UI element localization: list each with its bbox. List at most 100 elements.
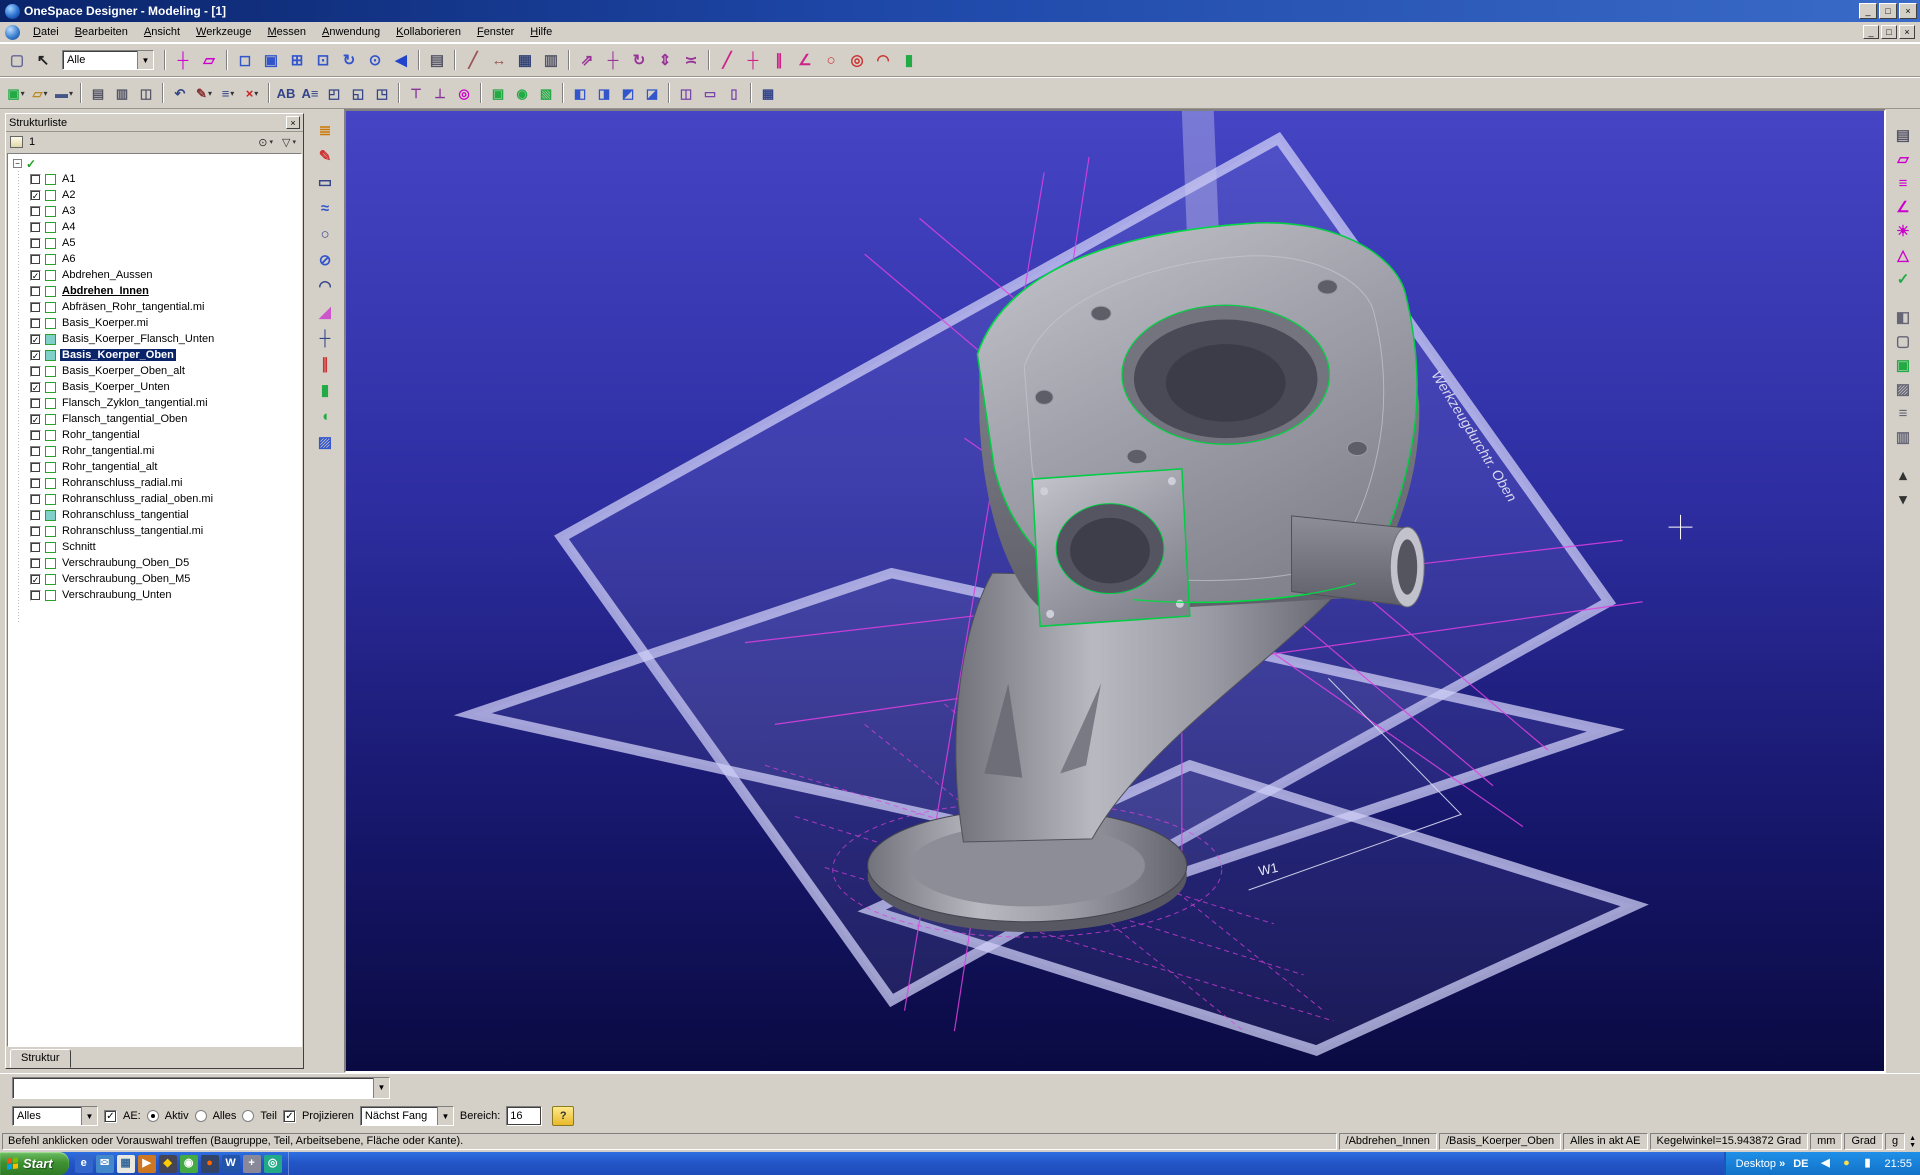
tree-item-Schnitt[interactable]: Schnitt [10,539,301,555]
structure-panel-caption[interactable]: Strukturliste × [6,114,303,132]
tree-checkbox[interactable] [30,542,41,553]
dropdown-arrow-icon[interactable]: ▾ [69,89,73,98]
menu-anwendung[interactable]: Anwendung [314,24,388,40]
cube-section-icon[interactable]: ▨ [1890,377,1916,401]
language-indicator[interactable]: DE [1793,1158,1808,1170]
tree-checkbox[interactable]: ✓ [30,334,41,345]
menu-bearbeiten[interactable]: Bearbeiten [67,24,136,40]
arc-2d-icon[interactable]: ◠ [870,48,896,72]
teil-radio[interactable] [242,1110,254,1122]
measure-length-icon[interactable]: ╱ [460,48,486,72]
combo-arrow-icon[interactable]: ▼ [137,51,153,69]
measure-dimension-icon[interactable]: ↔ [486,48,512,72]
relations-icon[interactable]: △ [1890,243,1916,267]
messenger-icon[interactable]: ◉ [180,1155,198,1173]
ae-checkbox[interactable]: ✓ [104,1110,117,1123]
combo-arrow-icon[interactable]: ▼ [373,1078,389,1098]
tree-checkbox[interactable] [30,302,41,313]
volume-icon[interactable]: ◀ [1816,1155,1834,1173]
annotation-icon[interactable]: ≡ [1890,171,1916,195]
menu-werkzeuge[interactable]: Werkzeuge [188,24,259,40]
select-surface-icon[interactable]: ▧ [534,82,558,104]
title-bar[interactable]: OneSpace Designer - Modeling - [1] _ □ × [0,0,1920,22]
internet-explorer-icon[interactable]: e [75,1155,93,1173]
tree-checkbox[interactable] [30,590,41,601]
pin-top-icon[interactable]: ⊤ [404,82,428,104]
attach-icon[interactable]: ⊘ [311,247,339,273]
show-desktop-icon[interactable]: ▦ [117,1155,135,1173]
tree-checkbox[interactable] [30,222,41,233]
clip-section-icon[interactable]: ◫ [674,82,698,104]
tree-checkbox[interactable]: ✓ [30,190,41,201]
cube-wireframe-icon[interactable]: ▢ [1890,329,1916,353]
view-shaded-icon[interactable]: ◧ [568,82,592,104]
view-wireframe-icon[interactable]: ◨ [592,82,616,104]
viewport-scene[interactable]: Werkzeugdurchtr. Oben W1 [346,111,1884,1071]
tree-item-Verschraubung_Unten[interactable]: Verschraubung_Unten [10,587,301,603]
tree-checkbox[interactable]: ✓ [30,350,41,361]
tree-item-Flansch_Zyklon_tangential.mi[interactable]: Flansch_Zyklon_tangential.mi [10,395,301,411]
tools-icon[interactable]: + [243,1155,261,1173]
tree-checkbox[interactable] [30,494,41,505]
tree-item-Abfräsen_Rohr_tangential.mi[interactable]: Abfräsen_Rohr_tangential.mi [10,299,301,315]
point-2d-icon[interactable]: ┼ [740,48,766,72]
root-node-label[interactable]: 1 [26,136,38,148]
media-player-icon[interactable]: ▶ [138,1155,156,1173]
assembly-new-icon[interactable]: ◱ [346,82,370,104]
desktop-toolbar[interactable]: Desktop » [1736,1158,1786,1170]
tree-item-Rohranschluss_radial_oben.mi[interactable]: Rohranschluss_radial_oben.mi [10,491,301,507]
tree-checkbox[interactable]: ✓ [30,270,41,281]
show-part-icon[interactable]: ▣▾ [4,82,28,104]
rectangle-tool-icon[interactable]: ▭ [311,169,339,195]
dimension-3d-icon[interactable]: ∠ [1890,195,1916,219]
parallel-2d-icon[interactable]: ∥ [766,48,792,72]
tree-item-Rohranschluss_radial.mi[interactable]: Rohranschluss_radial.mi [10,475,301,491]
menu-hilfe[interactable]: Hilfe [522,24,560,40]
scale-3d-icon[interactable]: ⇕ [652,48,678,72]
dropdown-arrow-icon[interactable]: ▾ [21,89,25,98]
tree-item-Basis_Koerper_Oben[interactable]: ✓Basis_Koerper_Oben [10,347,301,363]
menu-datei[interactable]: Datei [25,24,67,40]
spline-tool-icon[interactable]: ≈ [311,195,339,221]
outlook-icon[interactable]: ✉ [96,1155,114,1173]
tree-item-Basis_Koerper_Unten[interactable]: ✓Basis_Koerper_Unten [10,379,301,395]
tree-item-Flansch_tangential_Oben[interactable]: ✓Flansch_tangential_Oben [10,411,301,427]
tree-checkbox[interactable] [30,462,41,473]
circle-2d-icon[interactable]: ○ [818,48,844,72]
tree-item-Rohranschluss_tangential[interactable]: Rohranschluss_tangential [10,507,301,523]
list-edit-icon[interactable]: ≡▾ [216,82,240,104]
structure-browser-icon[interactable]: ≣ [311,117,339,143]
view-hiddenline-icon[interactable]: ◩ [616,82,640,104]
dropdown-arrow-icon[interactable]: ▾ [43,89,47,98]
move-tool-icon[interactable]: ┼ [311,325,339,351]
rename-list-icon[interactable]: A≡ [298,82,322,104]
search-icon[interactable]: ⊙▾ [255,134,276,151]
layer-list-icon[interactable]: ≡ [1890,401,1916,425]
child-restore-button[interactable]: □ [1881,25,1897,39]
antivirus-icon[interactable]: ● [1837,1155,1855,1173]
chevron-icon[interactable]: » [1779,1158,1785,1170]
projizieren-checkbox[interactable]: ✓ [283,1110,296,1123]
child-close-button[interactable]: × [1899,25,1915,39]
tree-item-Rohranschluss_tangential.mi[interactable]: Rohranschluss_tangential.mi [10,523,301,539]
open-icon[interactable]: ▱▾ [28,82,52,104]
menu-ansicht[interactable]: Ansicht [136,24,188,40]
menu-kollaborieren[interactable]: Kollaborieren [388,24,469,40]
ucs-axes-icon[interactable]: ┼ [170,48,196,72]
dropdown-arrow-icon[interactable]: ▾ [230,89,234,98]
tree-root-row[interactable]: − ✓ [10,156,301,171]
mirror-3d-icon[interactable]: ≍ [678,48,704,72]
target-icon[interactable]: ◎ [452,82,476,104]
cube-shaded-icon[interactable]: ◧ [1890,305,1916,329]
select-arrow-icon[interactable]: ↖ [30,48,56,72]
tree-checkbox[interactable] [30,398,41,409]
tree-item-Verschraubung_Oben_D5[interactable]: Verschraubung_Oben_D5 [10,555,301,571]
tree-checkbox[interactable] [30,430,41,441]
tree-item-Rohr_tangential[interactable]: Rohr_tangential [10,427,301,443]
selection-mode-combo[interactable]: Alles ▼ [12,1106,98,1126]
tree-item-A4[interactable]: A4 [10,219,301,235]
tree-item-A6[interactable]: A6 [10,251,301,267]
rotate-3d-icon[interactable]: ↻ [626,48,652,72]
tree-item-Rohr_tangential_alt[interactable]: Rohr_tangential_alt [10,459,301,475]
sketch-plane-icon[interactable]: ▱ [1890,147,1916,171]
